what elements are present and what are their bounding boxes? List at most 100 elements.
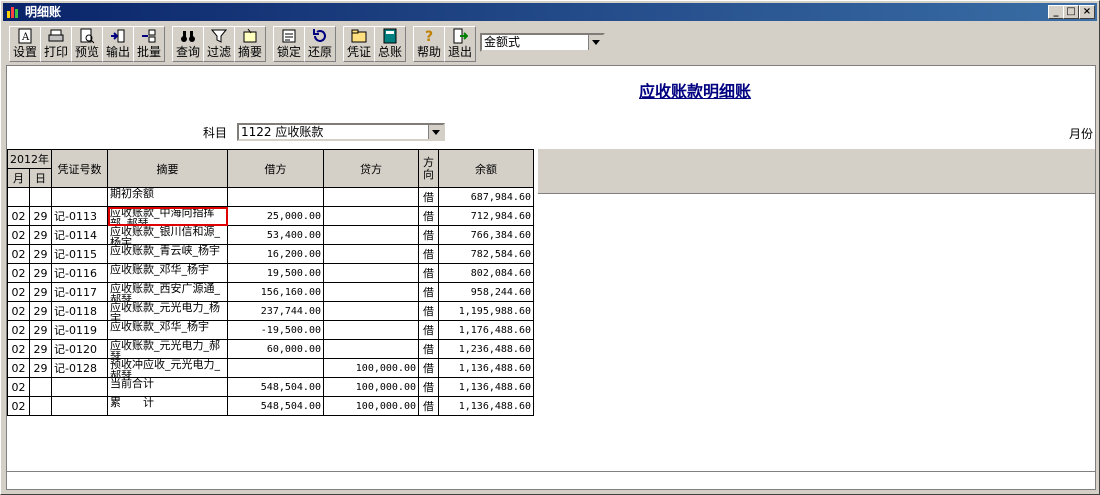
toolbar-button-label: 帮助 <box>416 45 441 59</box>
debit-cell: 237,744.00 <box>227 301 324 321</box>
day-cell: 29 <box>29 263 52 283</box>
memo-text: 当前合计 <box>110 378 154 390</box>
format-select-value: 金额式 <box>484 35 521 49</box>
memo-cell: 应收账款_元光电力_杨宇 <box>107 301 228 321</box>
ledger-icon <box>383 28 397 44</box>
voucher-cell[interactable]: 记-0119 <box>51 320 108 340</box>
direction-cell: 借 <box>418 339 439 359</box>
toolbar-button-exit[interactable]: 退出 <box>444 26 476 62</box>
toolbar-button-label: 设置 <box>12 45 37 59</box>
debit-cell: 60,000.00 <box>227 339 324 359</box>
debit-header: 借方 <box>227 149 324 188</box>
toolbar-button-restore[interactable]: 还原 <box>304 26 336 62</box>
balance-cell: 1,136,488.60 <box>438 377 534 397</box>
credit-cell <box>323 301 419 321</box>
table-row[interactable]: 02 累 计 548,504.00 100,000.00 借 1,136,488.60 <box>7 396 534 416</box>
toolbar-button-label: 凭证 <box>346 45 371 59</box>
voucher-cell[interactable] <box>51 396 108 416</box>
month-cell: 02 <box>7 320 30 340</box>
memo-text: 应收账款_元光电力_郝瑟 <box>110 340 220 358</box>
day-cell: 29 <box>29 301 52 321</box>
toolbar-button-lock[interactable]: 锁定 <box>273 26 305 62</box>
toolbar-button-label: 摘要 <box>237 45 262 59</box>
day-cell: 29 <box>29 225 52 245</box>
memo-text: 应收账款_元光电力_杨宇 <box>110 302 220 320</box>
table-row[interactable]: 02 29 记-0128 预收冲应收_元光电力_郝瑟 100,000.00 借 1,136,… <box>7 358 534 378</box>
toolbar-button-printer[interactable]: 打印 <box>40 26 72 62</box>
printer-icon <box>48 29 64 42</box>
day-cell: 29 <box>29 320 52 340</box>
table-row[interactable]: 02 当前合计 548,504.00 100,000.00 借 1,136,488.60 <box>7 377 534 397</box>
ledger-table: 2012年 凭证号数 摘要 借方 贷方 方向 余额 月 日 期初余额借 687,9… <box>7 149 534 416</box>
voucher-cell[interactable]: 记-0115 <box>51 244 108 264</box>
balance-cell: 958,244.60 <box>438 282 534 302</box>
toolbar-button-ledger[interactable]: 总账 <box>374 26 406 62</box>
direction-cell: 借 <box>418 301 439 321</box>
summary-icon <box>243 28 257 43</box>
toolbar-button-batch[interactable]: 批量 <box>133 26 165 62</box>
memo-cell: 应收账款_青云峡_杨宇 <box>107 244 228 264</box>
month-cell: 02 <box>7 263 30 283</box>
table-row[interactable]: 02 29 记-0120 应收账款_元光电力_郝瑟 60,000.00 借 1,236,48… <box>7 339 534 359</box>
memo-cell: 应收账款_邓华_杨宇 <box>107 320 228 340</box>
subject-select[interactable]: 1122 应收账款 <box>237 123 445 141</box>
toolbar-button-binoculars[interactable]: 查询 <box>172 26 204 62</box>
voucher-cell[interactable]: 记-0116 <box>51 263 108 283</box>
voucher-cell[interactable]: 记-0120 <box>51 339 108 359</box>
toolbar-button-filter[interactable]: 过滤 <box>203 26 235 62</box>
minimize-button[interactable]: _ <box>1048 5 1064 19</box>
dropdown-arrow-icon[interactable] <box>428 125 443 139</box>
toolbar-button-label: 预览 <box>74 45 99 59</box>
credit-cell <box>323 244 419 264</box>
toolbar-button-settings[interactable]: A 设置 <box>9 26 41 62</box>
direction-header: 方向 <box>418 149 439 188</box>
batch-icon <box>142 29 156 43</box>
voucher-cell[interactable]: 记-0117 <box>51 282 108 302</box>
balance-cell: 1,236,488.60 <box>438 339 534 359</box>
toolbar-button-preview[interactable]: 预览 <box>71 26 103 62</box>
table-row[interactable]: 02 29 记-0116 应收账款_邓华_杨宇 19,500.00 借 802,084.60 <box>7 263 534 283</box>
status-panel <box>6 471 1096 490</box>
toolbar-button-export[interactable]: 输出 <box>102 26 134 62</box>
voucher-cell[interactable]: 记-0118 <box>51 301 108 321</box>
ledger-window: 明细账 _ □ × A 设置 打印 预览 输出 批量 查询 过滤 摘要 锁定 还原 凭证 总账? 帮助 退出… <box>0 0 1100 495</box>
dropdown-arrow-icon[interactable] <box>588 35 603 50</box>
voucher-cell[interactable] <box>51 187 108 207</box>
memo-cell: 当前合计 <box>107 377 228 397</box>
toolbar-button-label: 还原 <box>307 45 332 59</box>
format-select[interactable]: 金额式 <box>480 33 605 52</box>
maximize-button[interactable]: □ <box>1063 5 1079 19</box>
balance-header: 余额 <box>438 149 534 188</box>
table-row[interactable]: 02 29 记-0118 应收账款_元光电力_杨宇 237,744.00 借 1,195,9… <box>7 301 534 321</box>
table-row[interactable]: 02 29 记-0119 应收账款_邓华_杨宇 -19,500.00 借 1,176,488… <box>7 320 534 340</box>
credit-cell <box>323 263 419 283</box>
voucher-cell[interactable] <box>51 377 108 397</box>
close-button[interactable]: × <box>1079 5 1095 19</box>
day-cell: 29 <box>29 282 52 302</box>
table-row[interactable]: 02 29 记-0117 应收账款_西安广源通_郝瑟 156,160.00 借 958,24… <box>7 282 534 302</box>
balance-cell: 766,384.60 <box>438 225 534 245</box>
toolbar-button-summary[interactable]: 摘要 <box>234 26 266 62</box>
toolbar-button-label: 总账 <box>377 45 402 59</box>
voucher-cell[interactable]: 记-0114 <box>51 225 108 245</box>
table-row[interactable]: 02 29 记-0114 应收账款_银川信和源_杨宇 53,400.00 借 766,384… <box>7 225 534 245</box>
memo-cell: 应收账款_银川信和源_杨宇 <box>107 225 228 245</box>
toolbar-button-label: 输出 <box>105 45 130 59</box>
memo-text: 预收冲应收_元光电力_郝瑟 <box>110 359 220 377</box>
credit-cell: 100,000.00 <box>323 377 419 397</box>
credit-cell <box>323 225 419 245</box>
voucher-cell[interactable]: 记-0113 <box>51 206 108 226</box>
toolbar-button-help[interactable]: ? 帮助 <box>413 26 445 62</box>
report-panel: 应收账款明细账 科目 1122 应收账款 月份 2012年 凭证号数 摘要 借方… <box>6 65 1096 472</box>
table-row[interactable]: 02 29 记-0113 应收账款_中海向指挥部_郝瑟 25,000.00 借 712,98… <box>7 206 534 226</box>
table-row[interactable]: 02 29 记-0115 应收账款_青云峡_杨宇 16,200.00 借 782,584.6… <box>7 244 534 264</box>
toolbar-button-voucher[interactable]: 凭证 <box>343 26 375 62</box>
export-icon <box>111 29 125 43</box>
direction-cell: 借 <box>418 263 439 283</box>
table-row[interactable]: 期初余额 借 687,984.60 <box>7 187 534 207</box>
memo-text: 累 计 <box>110 397 154 409</box>
day-header: 日 <box>29 168 52 188</box>
balance-cell: 1,195,988.60 <box>438 301 534 321</box>
direction-cell: 借 <box>418 358 439 378</box>
voucher-cell[interactable]: 记-0128 <box>51 358 108 378</box>
